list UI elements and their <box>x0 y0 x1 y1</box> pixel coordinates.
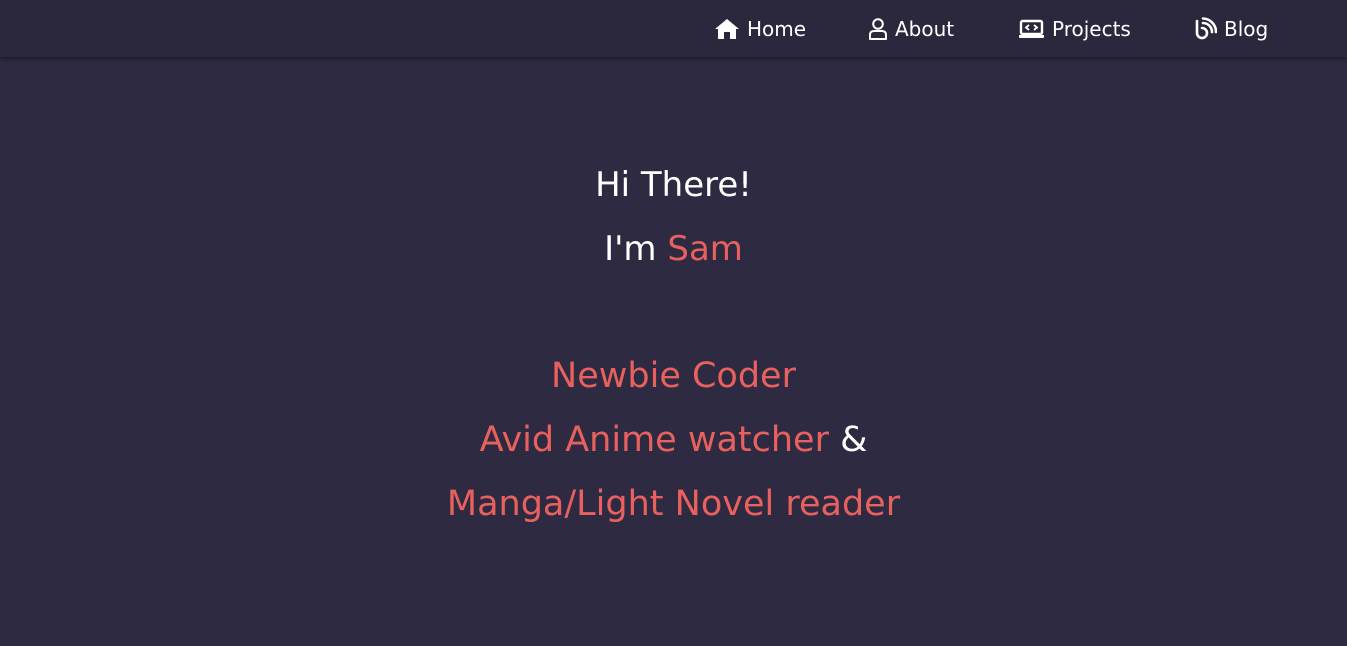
intro-prefix: I'm <box>604 229 657 269</box>
role-line-1: Newbie Coder <box>551 356 796 396</box>
role-line-3: Manga/Light Novel reader <box>446 484 901 524</box>
nav-item-home[interactable]: Home <box>714 0 806 57</box>
hero-name: Sam <box>667 229 743 269</box>
role-line-2: Avid Anime watcher & <box>0 420 1347 460</box>
nav-item-projects[interactable]: Projects <box>1018 0 1131 57</box>
hero-greeting: Hi There! <box>595 165 752 205</box>
nav-item-label: Projects <box>1052 16 1131 41</box>
role-line-2-ampersand: & <box>840 420 868 460</box>
laptop-code-icon <box>1018 18 1045 40</box>
nav-item-label: About <box>895 16 955 41</box>
hero-intro: I'm Sam <box>0 229 1347 269</box>
nav-item-about[interactable]: About <box>868 0 954 57</box>
user-icon <box>868 17 888 40</box>
nav-item-label: Blog <box>1224 16 1269 41</box>
nav-item-label: Home <box>747 16 807 41</box>
nav-item-blog[interactable]: Blog <box>1193 0 1268 57</box>
blog-icon <box>1193 16 1217 41</box>
top-navbar: Home About Projects Blog <box>0 0 1347 57</box>
role-line-2-text: Avid Anime watcher <box>479 420 829 460</box>
home-icon <box>714 18 740 40</box>
